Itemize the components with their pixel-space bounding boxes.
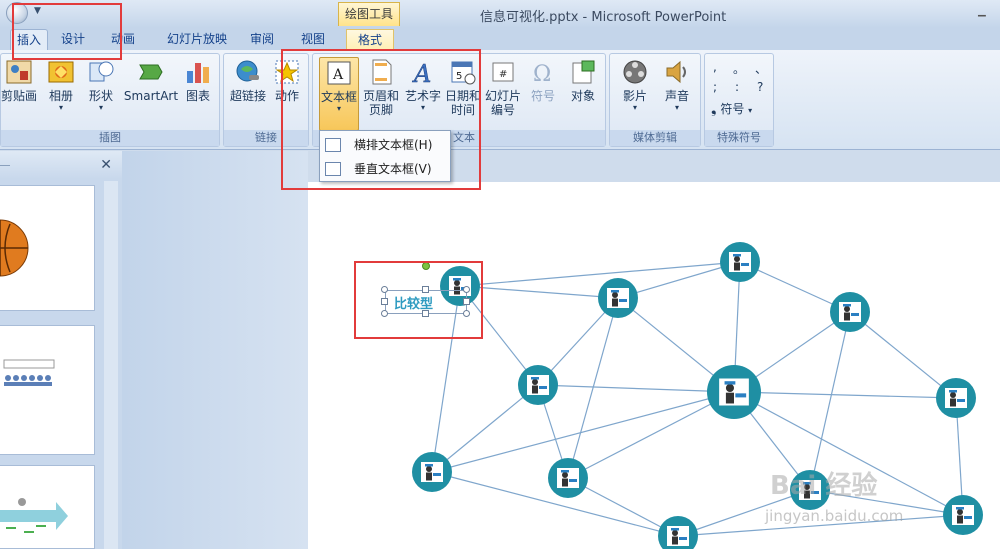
slides-panel: ✕ [0, 151, 122, 549]
slide-canvas[interactable] [308, 182, 1000, 549]
window-title: 信息可视化.pptx - Microsoft PowerPoint [480, 10, 727, 25]
panel-tab-edge [0, 165, 10, 179]
group-label-special-symbols: 特殊符号 [705, 130, 773, 146]
network-edge [809, 311, 851, 491]
ribbon: 剪贴画 相册 ▾ 形状 ▾ SmartArt 图表 插图 超链接 动作 链接 A… [0, 50, 1000, 150]
slide-thumbnail-1[interactable] [0, 185, 95, 311]
symbol-semicolon[interactable]: ; [713, 80, 717, 94]
omega-icon: Ω [533, 62, 551, 87]
special-symbol-button[interactable]: ❟ 符号 ▾ [711, 100, 771, 117]
network-edge [431, 384, 539, 473]
network-node-person-icon[interactable] [658, 516, 698, 549]
symbol-comma[interactable]: , [713, 60, 717, 74]
symbol-period[interactable]: 。 [733, 60, 745, 77]
ribbon-tab-row: 插入 设计 动画 幻灯片放映 审阅 视图 格式 [0, 28, 1000, 50]
watermark-url: jingyan.baidu.com [765, 507, 904, 525]
hyperlink-button[interactable]: 超链接 [228, 57, 268, 103]
clipart-button[interactable]: 剪贴画 [0, 57, 39, 103]
window-minimize-icon[interactable]: ▁ [978, 6, 990, 18]
chart-button[interactable]: 图表 [181, 57, 215, 103]
network-edge [459, 285, 619, 299]
tab-review[interactable]: 审阅 [245, 29, 279, 50]
network-node-person-icon[interactable] [720, 242, 760, 282]
network-edge [567, 391, 735, 479]
shapes-button[interactable]: 形状 ▾ [83, 57, 119, 113]
chevron-down-icon: ▾ [748, 106, 753, 115]
movie-button[interactable]: 影片 ▾ [616, 57, 654, 113]
network-node-person-icon[interactable] [598, 278, 638, 318]
photo-album-button[interactable]: 相册 ▾ [43, 57, 79, 113]
group-media: 影片 ▾ 声音 ▾ 媒体剪辑 [609, 53, 701, 147]
globe-link-icon [236, 60, 259, 82]
object-icon [572, 60, 595, 84]
chevron-down-icon: ▾ [674, 103, 679, 112]
symbol-enum-comma[interactable]: 、 [755, 60, 767, 77]
slide-number-button[interactable]: # 幻灯片 编号 [483, 57, 523, 117]
network-node-person-icon[interactable] [518, 365, 558, 405]
network-node-person-icon[interactable] [707, 365, 761, 419]
slide-thumbnail-2[interactable] [0, 325, 95, 455]
tab-slideshow[interactable]: 幻灯片放映 [158, 29, 236, 50]
network-node-person-icon[interactable] [548, 458, 588, 498]
annotation-box-textbox-menu [281, 49, 481, 190]
clipart-icon [6, 60, 32, 84]
annotation-box-textbox [354, 261, 483, 339]
arrow-diagram-icon [0, 498, 68, 533]
close-icon[interactable]: ✕ [100, 157, 112, 173]
slides-panel-header: ✕ [0, 151, 122, 179]
photo-album-icon [48, 61, 74, 83]
slides-panel-scrollbar[interactable] [104, 181, 118, 549]
network-edge [431, 391, 735, 473]
sound-button[interactable]: 声音 ▾ [658, 57, 696, 113]
annotation-box-insert-tab [12, 3, 122, 60]
network-diagram [412, 242, 983, 549]
symbol-button[interactable]: Ω 符号 [525, 57, 561, 103]
chevron-down-icon: ▾ [632, 103, 637, 112]
slide-thumbnail-3[interactable] [0, 465, 95, 549]
network-node-person-icon[interactable] [830, 292, 870, 332]
film-reel-icon [623, 60, 647, 84]
basketball-icon [0, 219, 29, 277]
network-edge [849, 311, 957, 399]
network-node-person-icon[interactable] [943, 495, 983, 535]
network-edge [537, 384, 735, 393]
drawing-tools-context-label: 绘图工具 [338, 2, 400, 26]
symbol-question[interactable]: ? [757, 80, 763, 94]
symbol-colon[interactable]: : [735, 80, 739, 94]
svg-text:#: # [499, 69, 507, 80]
group-illustrations: 剪贴画 相册 ▾ 形状 ▾ SmartArt 图表 插图 [0, 53, 220, 147]
workspace-background [122, 151, 308, 549]
people-row-icon [3, 359, 55, 386]
group-special-symbols: , 。 、 ; : ? ❟ 符号 ▾ 特殊符号 [704, 53, 774, 147]
tab-format[interactable]: 格式 [346, 29, 394, 50]
smartart-button[interactable]: SmartArt [123, 57, 179, 103]
title-bar: ▼ 绘图工具 信息可视化.pptx - Microsoft PowerPoint… [0, 0, 1000, 28]
watermark-logo: Bai 经验 [770, 471, 878, 501]
chevron-down-icon: ▾ [98, 103, 103, 112]
slide-number-icon: # [492, 62, 514, 82]
bar-chart-icon [187, 63, 209, 83]
svg-text:Ω: Ω [533, 62, 551, 87]
group-label-media: 媒体剪辑 [610, 130, 700, 146]
shapes-icon [89, 61, 114, 82]
comma-glyph-icon: ❟ [711, 101, 717, 117]
network-edge [733, 391, 957, 399]
tab-view[interactable]: 视图 [296, 29, 330, 50]
object-button[interactable]: 对象 [565, 57, 601, 103]
chevron-down-icon: ▾ [58, 103, 63, 112]
network-node-person-icon[interactable] [936, 378, 976, 418]
network-node-person-icon[interactable] [412, 452, 452, 492]
speaker-icon [666, 60, 686, 84]
smartart-icon [139, 64, 163, 80]
group-label-illustrations: 插图 [1, 130, 219, 146]
